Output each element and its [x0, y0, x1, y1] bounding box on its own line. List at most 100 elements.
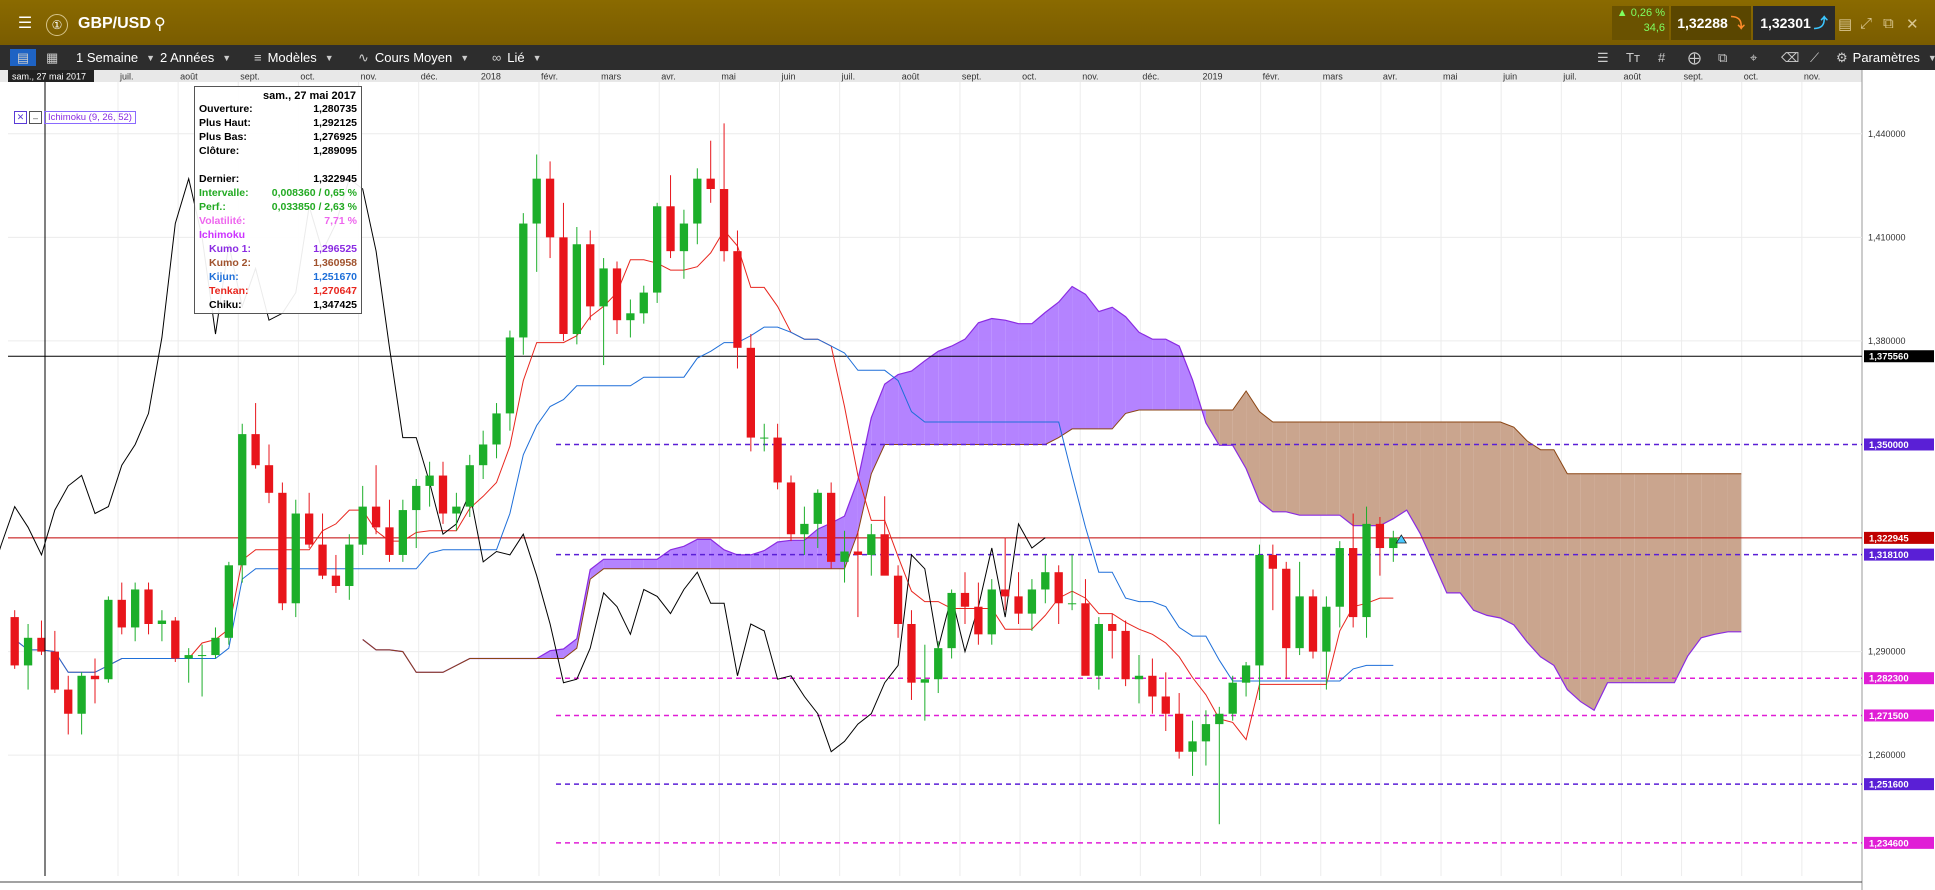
candle-body: [412, 485, 421, 511]
remove-indicator-icon[interactable]: ✕: [14, 111, 27, 124]
crosshair-icon[interactable]: ⌖: [1750, 49, 1757, 66]
candle-body: [291, 513, 300, 604]
x-tick-label: mai: [721, 72, 736, 82]
hamburger-menu-icon[interactable]: ☰: [10, 11, 40, 35]
info-icon[interactable]: ①: [46, 14, 68, 36]
kumo-cloud-segment: [603, 559, 617, 569]
order-ladder-icon[interactable]: ▤: [1838, 15, 1852, 33]
eraser-icon[interactable]: ⌫: [1781, 49, 1799, 66]
kumo-cloud-segment: [938, 346, 952, 445]
data-tooltip: sam., 27 mai 2017 Ouverture: 1,280735 Plus…: [194, 86, 362, 314]
kumo-cloud-segment: [1286, 422, 1300, 516]
tooltip-key: Perf.:: [199, 201, 226, 213]
period-select[interactable]: 1 Semaine ▼: [76, 45, 155, 70]
x-tick-label: 2018: [481, 72, 501, 82]
draw-line-icon[interactable]: ⟋: [1810, 49, 1819, 66]
crosshair-grid-icon[interactable]: ⨁: [1688, 49, 1701, 66]
symbol-title[interactable]: GBP/USD: [78, 15, 151, 33]
candle-body: [184, 655, 193, 659]
x-tick-label: nov.: [1082, 72, 1098, 82]
kumo-cloud-segment: [871, 384, 885, 474]
candle-body: [77, 675, 86, 714]
close-icon[interactable]: ✕: [1906, 15, 1919, 33]
candle-body: [1175, 713, 1184, 752]
candle-body: [171, 620, 180, 659]
link-select[interactable]: ∞ Lié ▼: [492, 45, 542, 70]
settings-label: Paramètres: [1852, 50, 1920, 65]
candle-body: [1268, 554, 1277, 569]
kumo-cloud-segment: [1661, 473, 1675, 683]
kumo-cloud-segment: [951, 339, 965, 445]
range-select[interactable]: 2 Années ▼: [160, 45, 231, 70]
tooltip-key: Volatilité:: [199, 215, 246, 227]
candle-body: [385, 527, 394, 555]
kumo-cloud-segment: [1553, 449, 1568, 690]
tooltip-row: Kumo 2: 1,360958: [199, 257, 357, 270]
candle-body: [679, 223, 689, 252]
layers-icon[interactable]: ⧉: [1718, 49, 1727, 66]
kumo-cloud-segment: [1634, 473, 1648, 683]
candle-body: [867, 534, 876, 555]
tooltip-key: Plus Bas:: [199, 131, 247, 143]
level-label: 1,318100: [1869, 550, 1909, 561]
tooltip-row: Kijun: 1,251670: [199, 271, 357, 284]
candle-body: [345, 544, 354, 587]
time-axis-strip: [0, 70, 1862, 82]
tooltip-row: Perf.: 0,033850 / 2,63 %: [199, 201, 357, 214]
settings-button[interactable]: ⚙ Paramètres ▼: [1836, 45, 1935, 70]
candle-body: [746, 347, 755, 438]
candle-body: [1228, 682, 1237, 714]
kumo-cloud-segment: [643, 559, 658, 569]
kumo-cloud-segment: [1018, 323, 1032, 445]
candle-body: [612, 268, 622, 321]
candle-body: [425, 475, 434, 486]
minimize-indicator-icon[interactable]: –: [29, 111, 42, 124]
kumo-cloud-segment: [1085, 294, 1099, 429]
tooltip-row: Kumo 1: 1,296525: [199, 243, 357, 256]
kumo-cloud-segment: [1326, 422, 1340, 516]
models-select[interactable]: ≡ Modèles ▼: [254, 45, 334, 70]
candle-body: [920, 679, 929, 683]
buy-button[interactable]: 1,32301 ⤴: [1753, 6, 1835, 40]
x-tick-label: nov.: [1804, 72, 1820, 82]
indicator-name[interactable]: Ichimoku (9, 26, 52): [44, 111, 136, 124]
tooltip-key: Plus Haut:: [199, 117, 251, 129]
candle-body: [1134, 675, 1144, 680]
tooltip-key: Dernier:: [199, 173, 240, 185]
candle-body: [1335, 548, 1344, 607]
tooltip-value: 1,292125: [313, 117, 357, 129]
tooltip-row: Tenkan: 1,270647: [199, 285, 357, 298]
candle-body: [37, 637, 46, 652]
grid-view-icon[interactable]: ▦: [46, 49, 58, 66]
tooltip-value: 1,322945: [313, 173, 357, 185]
x-tick-label: févr.: [541, 72, 558, 82]
list-view-icon[interactable]: ▤: [10, 49, 36, 66]
x-tick-label: avr.: [1383, 72, 1398, 82]
chevron-down-icon: ▼: [1927, 52, 1935, 63]
notes-icon[interactable]: ☰: [1597, 49, 1609, 66]
collapse-icon[interactable]: ⤢: [1860, 15, 1872, 32]
candle-body: [278, 492, 287, 604]
tooltip-key: Kumo 2:: [209, 257, 251, 269]
period-label: 1 Semaine: [76, 50, 139, 65]
candle-body: [786, 482, 796, 535]
text-size-icon[interactable]: Tт: [1626, 49, 1640, 66]
search-icon[interactable]: ⚲: [154, 14, 166, 34]
kumo-cloud-segment: [1540, 449, 1554, 666]
tooltip-row: Intervalle: 0,008360 / 0,65 %: [199, 187, 357, 200]
y-tick-label: 1,440000: [1868, 129, 1906, 139]
candle-body: [50, 651, 59, 690]
kumo-cloud-segment: [1259, 411, 1273, 512]
candle-body: [760, 437, 769, 439]
x-tick-label: déc.: [421, 72, 438, 82]
candle-body: [264, 465, 274, 493]
sell-button[interactable]: 1,32288 ⤵: [1671, 6, 1751, 40]
price-type-select[interactable]: ∿ Cours Moyen ▼: [358, 45, 469, 70]
tooltip-value: 1,347425: [313, 299, 357, 311]
x-tick-label: juil.: [119, 72, 134, 82]
change-points: 34,6: [1643, 22, 1665, 34]
hashtag-grid-icon[interactable]: #: [1658, 49, 1665, 66]
candle-body: [10, 617, 19, 666]
popout-icon[interactable]: ⧉: [1883, 15, 1894, 32]
candle-body: [358, 506, 367, 545]
